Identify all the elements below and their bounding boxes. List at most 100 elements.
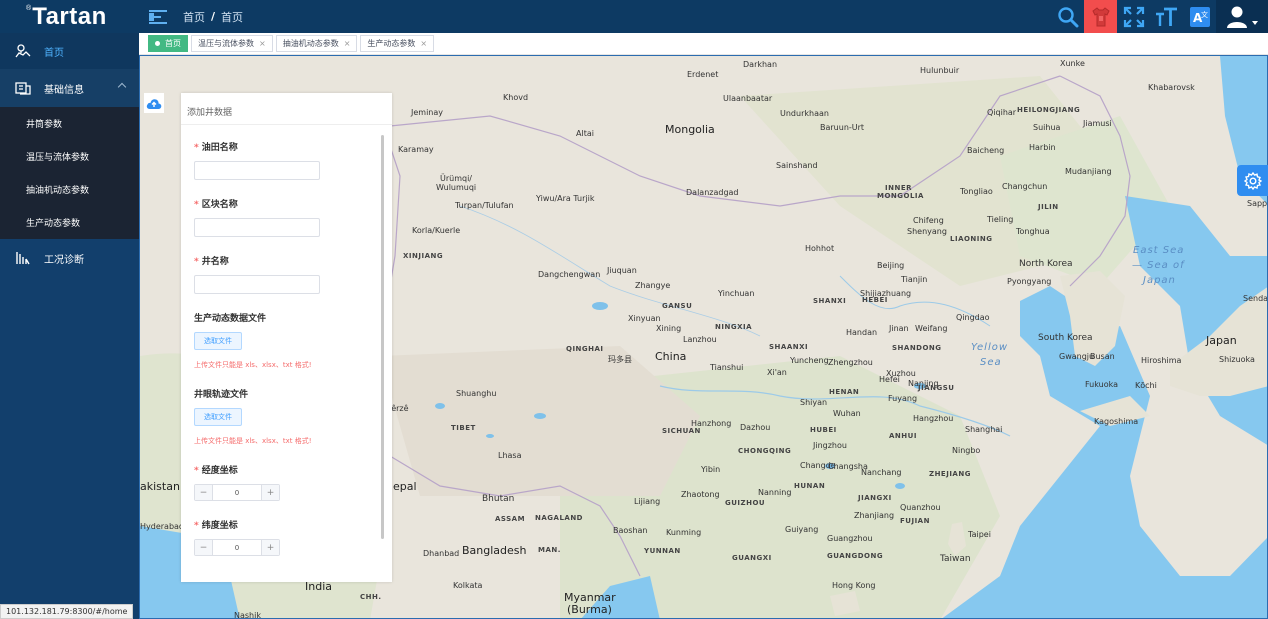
map-label: Guangzhou bbox=[827, 534, 873, 543]
longitude-value[interactable]: 0 bbox=[213, 485, 261, 500]
panel-scrollbar[interactable] bbox=[381, 135, 384, 539]
map-label: Jingzhou bbox=[813, 441, 847, 450]
map-label: SICHUAN bbox=[662, 427, 701, 435]
close-icon[interactable]: × bbox=[420, 39, 427, 48]
map-label: JILIN bbox=[1038, 203, 1059, 211]
map-label: Dazhou bbox=[740, 423, 771, 432]
settings-button[interactable] bbox=[1237, 165, 1268, 196]
map-label: Lhasa bbox=[498, 451, 522, 460]
map-label: Baicheng bbox=[967, 146, 1005, 155]
map-label: Mudanjiang bbox=[1065, 167, 1112, 176]
map-label: Baruun-Urt bbox=[820, 123, 865, 132]
menu-toggle-icon[interactable] bbox=[149, 7, 171, 27]
map-label: Shuanghu bbox=[456, 389, 497, 398]
tab-bar: 首页 温压与流体参数 × 抽油机动态参数 × 生产动态参数 × bbox=[139, 33, 1268, 55]
oilfield-label: * 油田名称 bbox=[194, 143, 238, 153]
top-bar: ® Tartan 首页 / 首页 A文 bbox=[0, 0, 1268, 33]
sidebar-item-diagnosis[interactable]: 工况诊断 bbox=[0, 239, 139, 277]
decrement-button[interactable]: − bbox=[195, 485, 213, 500]
panel-title: 添加井数据 bbox=[181, 93, 392, 125]
map-label: Hyderabad bbox=[140, 522, 184, 531]
map-label: Shanghai bbox=[965, 425, 1003, 434]
map-label: Dangchengwan bbox=[538, 270, 601, 279]
map-label: Kōchi bbox=[1135, 381, 1157, 390]
map-label: Fukuoka bbox=[1085, 380, 1118, 389]
decrement-button[interactable]: − bbox=[195, 540, 213, 555]
increment-button[interactable]: + bbox=[261, 485, 279, 500]
map-label: Pyongyang bbox=[1007, 277, 1052, 286]
map-label: NAGALAND bbox=[535, 514, 583, 522]
increment-button[interactable]: + bbox=[261, 540, 279, 555]
map-label: Kunming bbox=[666, 528, 702, 537]
tab-production[interactable]: 生产动态参数 × bbox=[360, 35, 435, 52]
tab-label: 生产动态参数 bbox=[367, 39, 416, 48]
tab-pumping-unit[interactable]: 抽油机动态参数 × bbox=[275, 35, 358, 52]
map-label: Kolkata bbox=[453, 581, 483, 590]
sidebar-item-basic-info[interactable]: 基础信息 bbox=[0, 69, 139, 107]
submenu-item-production[interactable]: 生产动态参数 bbox=[0, 206, 139, 239]
map-label: Japan bbox=[1143, 275, 1176, 286]
map-label: Lijiang bbox=[634, 497, 661, 506]
map-label: Xuzhou bbox=[886, 369, 916, 378]
upload-toggle-button[interactable] bbox=[144, 93, 164, 113]
map-label: Wuhan bbox=[833, 409, 861, 418]
map-label: China bbox=[655, 350, 687, 363]
latitude-value[interactable]: 0 bbox=[213, 540, 261, 555]
sidebar-item-label: 工况诊断 bbox=[44, 254, 84, 266]
chevron-up-icon bbox=[117, 82, 127, 92]
block-label: * 区块名称 bbox=[194, 200, 238, 210]
map-label: Hohhot bbox=[805, 244, 835, 253]
prod-file-pick-button[interactable]: 选取文件 bbox=[194, 332, 242, 350]
fullscreen-icon[interactable] bbox=[1117, 0, 1150, 33]
user-menu[interactable] bbox=[1216, 0, 1268, 33]
submenu-item-wellbore[interactable]: 井筒参数 bbox=[0, 107, 139, 140]
map-label: Qingdao bbox=[956, 313, 990, 322]
map-label: North Korea bbox=[1019, 259, 1073, 269]
shirt-icon[interactable] bbox=[1084, 0, 1117, 33]
breadcrumb-root[interactable]: 首页 bbox=[183, 9, 205, 25]
tab-home[interactable]: 首页 bbox=[148, 35, 188, 52]
map-label: Wulumuqi bbox=[436, 183, 477, 192]
submenu-item-temp-pressure[interactable]: 温压与流体参数 bbox=[0, 140, 139, 173]
map-label: South Korea bbox=[1038, 333, 1093, 343]
map-label: HUNAN bbox=[794, 482, 826, 490]
tab-temp-pressure[interactable]: 温压与流体参数 × bbox=[191, 35, 273, 52]
map-label: East Sea bbox=[1133, 245, 1185, 256]
map-label: Shenyang bbox=[907, 227, 947, 236]
map-label: Nashik bbox=[234, 611, 261, 619]
map-label: QINGHAI bbox=[566, 345, 604, 353]
map-label: Tianjin bbox=[901, 275, 928, 284]
font-size-icon[interactable] bbox=[1150, 0, 1183, 33]
block-input[interactable] bbox=[194, 218, 320, 237]
map-label: HENAN bbox=[829, 388, 860, 396]
close-icon[interactable]: × bbox=[259, 39, 266, 48]
longitude-label: * 经度坐标 bbox=[194, 466, 238, 476]
search-icon[interactable] bbox=[1051, 0, 1084, 33]
map-label: Baoshan bbox=[613, 526, 648, 535]
track-file-label: 井眼轨迹文件 bbox=[194, 390, 249, 400]
map-label: Jeminay bbox=[411, 108, 444, 117]
map-label: GUANGDONG bbox=[827, 552, 884, 560]
submenu-item-pumping-unit[interactable]: 抽油机动态参数 bbox=[0, 173, 139, 206]
map-label: Busan bbox=[1090, 352, 1115, 361]
translate-icon[interactable]: A文 bbox=[1183, 0, 1216, 33]
map-label: TIBET bbox=[451, 424, 476, 432]
sidebar-item-home[interactable]: 首页 bbox=[0, 33, 139, 69]
map-label: Changchun bbox=[1002, 182, 1048, 191]
map-label: HEILONGJIANG bbox=[1017, 106, 1081, 114]
map-label: FUJIAN bbox=[900, 517, 930, 525]
map-label: Harbin bbox=[1029, 143, 1056, 152]
submenu-basic-info: 井筒参数 温压与流体参数 抽油机动态参数 生产动态参数 bbox=[0, 107, 139, 239]
map-label: JIANGSU bbox=[918, 384, 955, 392]
map-label: Changde bbox=[800, 461, 836, 470]
oilfield-input[interactable] bbox=[194, 161, 320, 180]
latitude-label: * 纬度坐标 bbox=[194, 521, 238, 531]
map-label: JIANGXI bbox=[858, 494, 892, 502]
close-icon[interactable]: × bbox=[344, 39, 351, 48]
map-label: Sendai bbox=[1243, 294, 1268, 303]
map-label: SHANDONG bbox=[892, 344, 942, 352]
track-file-pick-button[interactable]: 选取文件 bbox=[194, 408, 242, 426]
database-icon bbox=[14, 79, 32, 97]
well-input[interactable] bbox=[194, 275, 320, 294]
map-label: Ulaanbaatar bbox=[723, 94, 773, 103]
